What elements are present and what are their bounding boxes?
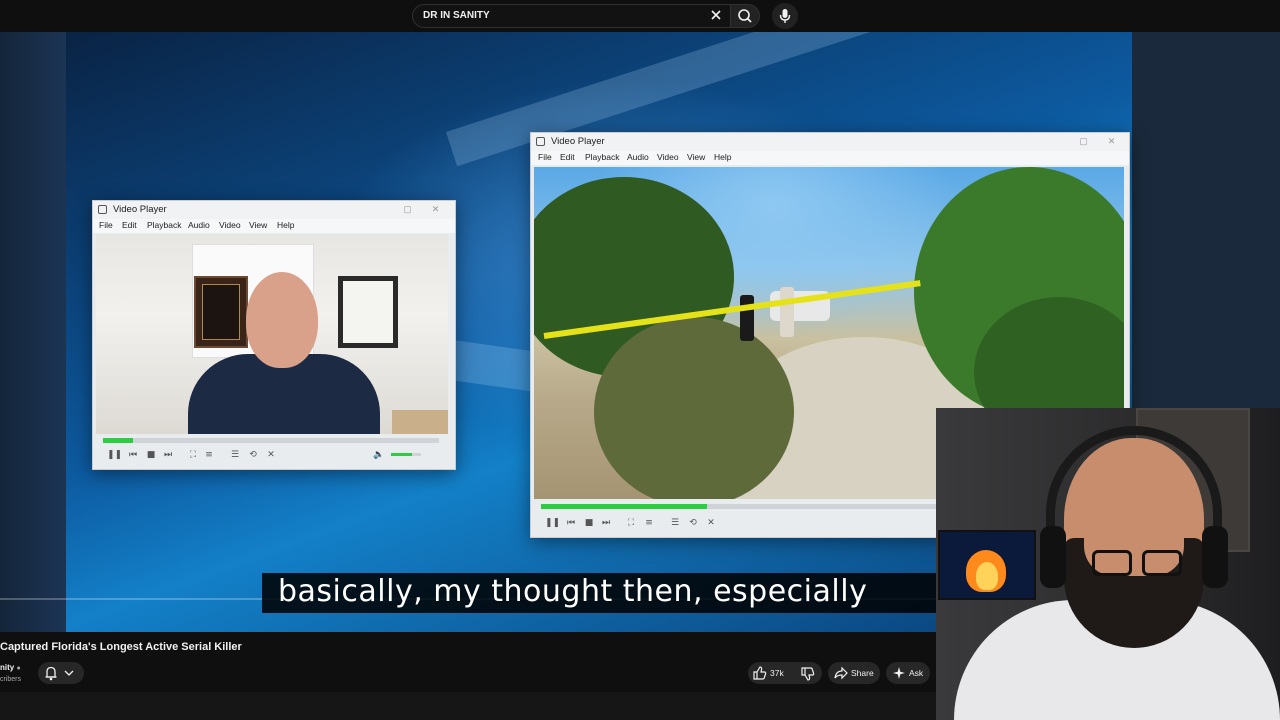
app-icon xyxy=(98,205,107,214)
subscriber-count: cribers xyxy=(0,676,22,683)
frame-edge xyxy=(0,32,66,632)
search-button[interactable] xyxy=(730,4,760,28)
next-icon[interactable]: ⏭ xyxy=(162,449,174,461)
seek-bar[interactable] xyxy=(541,504,937,509)
menu-video[interactable]: Video xyxy=(219,220,241,230)
video-screen[interactable] xyxy=(96,234,448,434)
menu-bar: File Edit Playback Audio Video View Help xyxy=(531,151,1129,165)
fullscreen-icon[interactable]: ⛶ xyxy=(625,517,637,529)
menu-edit[interactable]: Edit xyxy=(122,220,137,230)
app-icon xyxy=(536,137,545,146)
window-titlebar[interactable]: Video Player ▢ ✕ xyxy=(93,201,455,219)
seek-bar-fill xyxy=(103,438,134,443)
window-title: Video Player xyxy=(113,204,167,215)
voice-search-button[interactable] xyxy=(772,3,798,29)
pause-icon[interactable]: ❚❚ xyxy=(545,517,560,529)
menu-help[interactable]: Help xyxy=(277,220,294,230)
shuffle-icon[interactable]: ✕ xyxy=(265,449,277,461)
window-titlebar[interactable]: Video Player ▢ ✕ xyxy=(531,133,1129,151)
window-title: Video Player xyxy=(551,136,605,147)
headset-earcup xyxy=(1202,526,1228,588)
top-bar: DR IN SANITY xyxy=(0,0,1280,32)
shuffle-icon[interactable]: ✕ xyxy=(705,517,717,529)
minimize-icon[interactable]: ▢ xyxy=(403,205,412,214)
seek-bar[interactable] xyxy=(103,438,439,443)
sparkle-icon xyxy=(893,667,905,679)
search-query: DR IN SANITY xyxy=(423,10,490,21)
person-figure xyxy=(780,287,794,337)
menu-playback[interactable]: Playback xyxy=(585,152,620,162)
share-label: Share xyxy=(851,668,874,678)
award-plaque xyxy=(194,276,248,348)
chevron-down-icon xyxy=(64,670,74,676)
volume-slider[interactable] xyxy=(391,453,421,456)
close-icon[interactable]: ✕ xyxy=(1107,137,1116,146)
channel-name-text: nity xyxy=(0,663,15,672)
share-icon xyxy=(834,666,848,680)
clear-search-button[interactable] xyxy=(708,7,726,25)
video-player-window-left[interactable]: Video Player ▢ ✕ File Edit Playback Audi… xyxy=(92,200,456,470)
officer-figure xyxy=(740,295,754,341)
bell-icon xyxy=(45,666,74,681)
volume-level xyxy=(391,453,412,456)
thumbs-up-icon xyxy=(753,666,767,680)
notification-button[interactable] xyxy=(38,662,84,684)
playback-controls: ❚❚ ⏮ ■ ⏭ ⛶ ≡ ☰ ⟲ ✕ xyxy=(543,515,943,531)
minimize-icon[interactable]: ▢ xyxy=(1079,137,1088,146)
menu-help[interactable]: Help xyxy=(714,152,731,162)
webcam-overlay xyxy=(936,408,1280,720)
menu-bar: File Edit Playback Audio Video View Help xyxy=(93,219,455,233)
menu-view[interactable]: View xyxy=(687,152,705,162)
previous-icon[interactable]: ⏮ xyxy=(127,449,139,461)
stop-icon[interactable]: ■ xyxy=(583,517,595,529)
subtitle-caption: basically, my thought then, especially xyxy=(278,574,868,609)
ask-button[interactable]: Ask xyxy=(886,662,930,684)
speaker-head xyxy=(246,272,318,368)
framed-certificate xyxy=(338,276,398,348)
like-dislike-group: 37k xyxy=(748,662,822,684)
brush xyxy=(594,317,794,499)
loop-icon[interactable]: ⟲ xyxy=(247,449,259,461)
share-button[interactable]: Share xyxy=(828,662,880,684)
bottom-dim-bar xyxy=(0,692,936,720)
like-button[interactable]: 37k xyxy=(748,662,792,684)
fullscreen-icon[interactable]: ⛶ xyxy=(187,449,199,461)
verified-icon: ● xyxy=(16,665,21,672)
thumbs-down-icon xyxy=(801,667,815,681)
desk xyxy=(392,410,448,434)
like-count: 37k xyxy=(770,668,784,678)
equalizer-icon[interactable]: ≡ xyxy=(203,449,215,461)
video-title: Captured Florida's Longest Active Serial… xyxy=(0,641,242,653)
channel-name[interactable]: nity ● xyxy=(0,663,21,672)
menu-playback[interactable]: Playback xyxy=(147,220,182,230)
menu-video[interactable]: Video xyxy=(657,152,679,162)
menu-view[interactable]: View xyxy=(249,220,267,230)
loop-icon[interactable]: ⟲ xyxy=(687,517,699,529)
playlist-icon[interactable]: ☰ xyxy=(229,449,241,461)
menu-edit[interactable]: Edit xyxy=(560,152,575,162)
stop-icon[interactable]: ■ xyxy=(145,449,157,461)
menu-file[interactable]: File xyxy=(538,152,552,162)
volume-icon[interactable]: 🔈 xyxy=(373,449,385,461)
headset-earcup xyxy=(1040,526,1066,588)
previous-icon[interactable]: ⏮ xyxy=(565,517,577,529)
search-icon xyxy=(738,9,752,23)
seek-bar-fill xyxy=(541,504,708,509)
dislike-button[interactable] xyxy=(796,662,822,684)
menu-file[interactable]: File xyxy=(99,220,113,230)
microphone-icon xyxy=(779,9,791,23)
close-icon[interactable]: ✕ xyxy=(431,205,440,214)
playlist-icon[interactable]: ☰ xyxy=(669,517,681,529)
playback-controls: ❚❚ ⏮ ■ ⏭ ⛶ ≡ ☰ ⟲ ✕ 🔈 xyxy=(105,447,445,463)
ask-label: Ask xyxy=(909,668,924,678)
search-input[interactable]: DR IN SANITY xyxy=(412,4,730,28)
menu-audio[interactable]: Audio xyxy=(188,220,210,230)
next-icon[interactable]: ⏭ xyxy=(600,517,612,529)
fireplace-screen xyxy=(938,530,1036,600)
close-icon xyxy=(711,10,721,20)
pause-icon[interactable]: ❚❚ xyxy=(107,449,122,461)
equalizer-icon[interactable]: ≡ xyxy=(643,517,655,529)
menu-audio[interactable]: Audio xyxy=(627,152,649,162)
